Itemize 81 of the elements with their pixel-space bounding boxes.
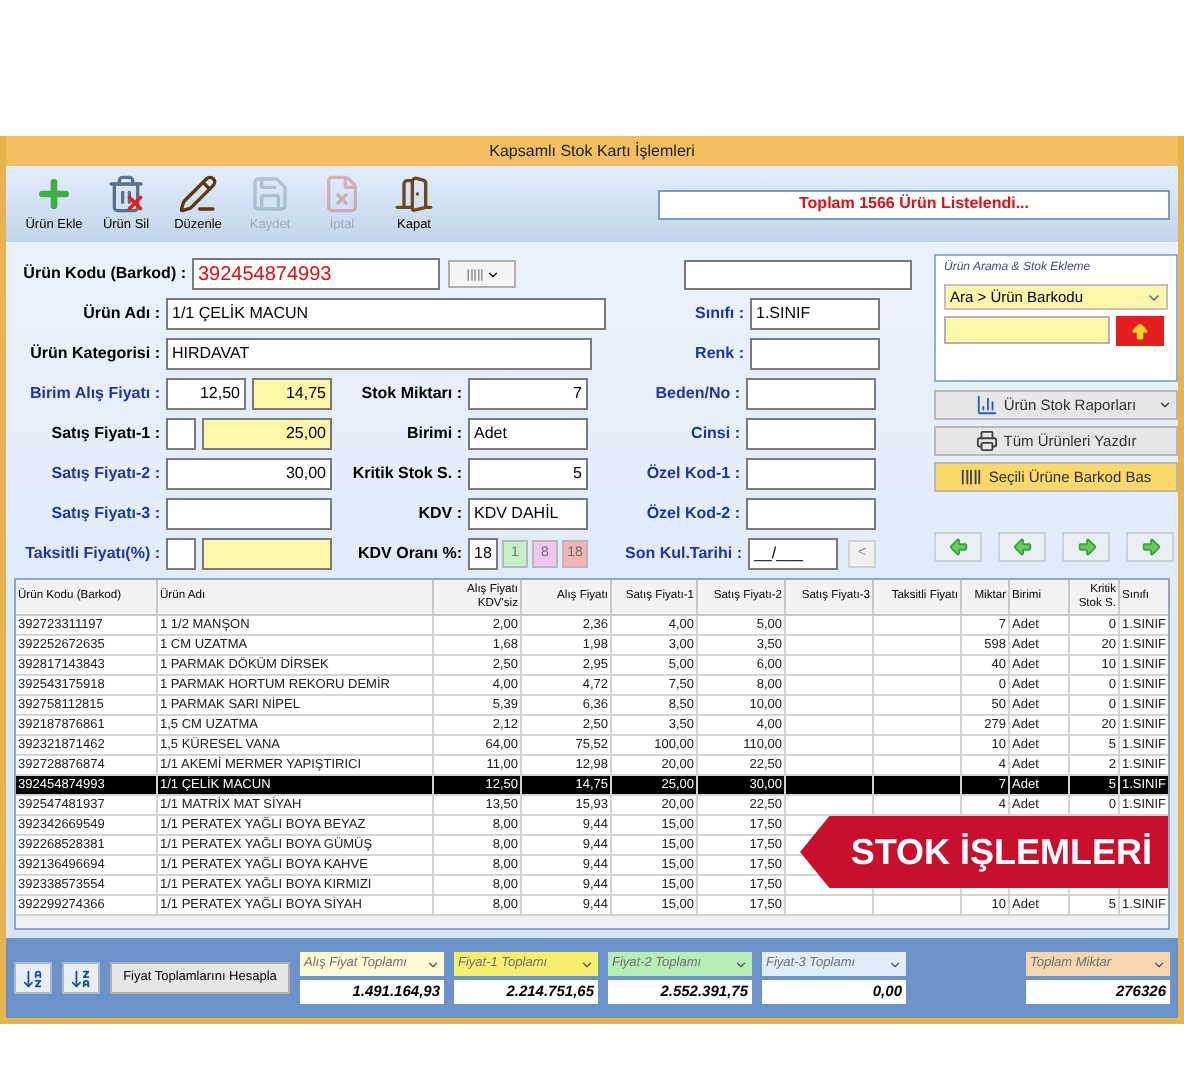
input-field[interactable]: 30,00	[166, 458, 332, 490]
right-arrow-button[interactable]	[1062, 532, 1110, 562]
input-field[interactable]	[746, 498, 876, 530]
left-arrow-button[interactable]	[934, 532, 982, 562]
field-label: Satış Fiyatı-3 :	[49, 502, 162, 526]
trash-icon	[106, 173, 146, 214]
plus-icon	[34, 173, 74, 214]
caret-icon	[734, 957, 748, 971]
input-field[interactable]	[166, 538, 196, 570]
input-field[interactable]	[746, 378, 876, 410]
input-field[interactable]: 18	[468, 538, 498, 570]
left-arrow-button[interactable]	[998, 532, 1046, 562]
caret-icon	[485, 267, 499, 281]
door-icon	[394, 173, 434, 214]
input-field[interactable]: 1/1 ÇELİK MACUN	[166, 298, 606, 330]
add-stock-button[interactable]	[1116, 316, 1164, 346]
field-label: Stok Miktarı :	[359, 382, 464, 406]
input-field[interactable]	[166, 418, 196, 450]
input-field[interactable]	[684, 259, 912, 289]
field-label: Ürün Kategorisi :	[28, 342, 162, 366]
caret-icon	[888, 957, 902, 971]
sort-az-icon	[22, 967, 44, 989]
field-label: Ürün Kodu (Barkod) :	[21, 262, 188, 286]
input-field[interactable]: 12,50	[166, 378, 246, 410]
caret-icon	[580, 957, 594, 971]
field-label: Cinsi :	[689, 422, 742, 446]
document-x-icon	[322, 173, 362, 214]
field-label: Son Kul.Tarihi :	[622, 542, 744, 566]
window-title: Kapsamlı Stok Kartı İşlemleri	[6, 136, 1178, 166]
barcode-icon	[960, 466, 983, 488]
input-field[interactable]	[746, 458, 876, 490]
field-label: Beden/No :	[653, 382, 742, 406]
input-field[interactable]: __/___	[748, 538, 838, 570]
arrow-up-icon	[1130, 321, 1150, 341]
sort-button[interactable]	[14, 962, 52, 994]
caret-icon	[1158, 398, 1172, 412]
input-field[interactable]	[166, 498, 332, 530]
field-label: Özel Kod-2 :	[644, 502, 742, 526]
field-label: Ürün Adı :	[81, 302, 162, 326]
caret-icon	[1152, 957, 1166, 971]
promo-banner: STOK İŞLEMLERİ	[800, 816, 1168, 888]
field-label: Renk :	[693, 342, 746, 366]
barcode-dropdown[interactable]	[448, 260, 516, 288]
input-field[interactable]	[750, 338, 880, 370]
right-arrow-icon	[1139, 536, 1161, 558]
input-field[interactable]	[746, 418, 876, 450]
field-label: Satış Fiyatı-2 :	[49, 462, 162, 486]
left-arrow-icon	[1011, 536, 1033, 558]
printer-icon	[975, 430, 998, 452]
bar-chart-icon	[975, 394, 998, 416]
barcode-icon	[465, 265, 483, 283]
field-label: Özel Kod-1 :	[644, 462, 742, 486]
scrollbar[interactable]	[16, 914, 1168, 928]
right-arrow-button[interactable]	[1126, 532, 1174, 562]
field-label: Sınıfı :	[693, 302, 746, 326]
input-field[interactable]: 25,00	[202, 418, 332, 450]
input-field[interactable]: KDV DAHİL	[468, 498, 588, 530]
sort-za-icon	[70, 967, 92, 989]
input-field[interactable]: 1.SINIF	[750, 298, 880, 330]
save-icon	[250, 173, 290, 214]
left-arrow-icon	[947, 536, 969, 558]
search-field[interactable]	[944, 316, 1110, 344]
caret-icon	[426, 957, 440, 971]
field-label: Satış Fiyatı-1 :	[49, 422, 162, 446]
field-label: Birimi :	[404, 422, 464, 446]
right-arrow-icon	[1075, 536, 1097, 558]
input-field[interactable]	[202, 538, 332, 570]
field-label: KDV Oranı %:	[355, 542, 464, 566]
input-field[interactable]: 14,75	[252, 378, 332, 410]
input-field[interactable]: 5	[468, 458, 588, 490]
input-field[interactable]: Adet	[468, 418, 588, 450]
input-field[interactable]: HIRDAVAT	[166, 338, 592, 370]
input-field[interactable]: 7	[468, 378, 588, 410]
pencil-icon	[178, 173, 218, 214]
status-message: Toplam 1566 Ürün Listelendi...	[658, 189, 1170, 219]
field-label: KDV :	[416, 502, 464, 526]
input-field[interactable]: 392454874993	[192, 258, 440, 290]
field-label: Kritik Stok S. :	[350, 462, 464, 486]
field-label: Birim Alış Fiyatı :	[27, 382, 162, 406]
field-label: Taksitli Fiyatı(%) :	[23, 542, 162, 566]
sort-button[interactable]	[62, 962, 100, 994]
